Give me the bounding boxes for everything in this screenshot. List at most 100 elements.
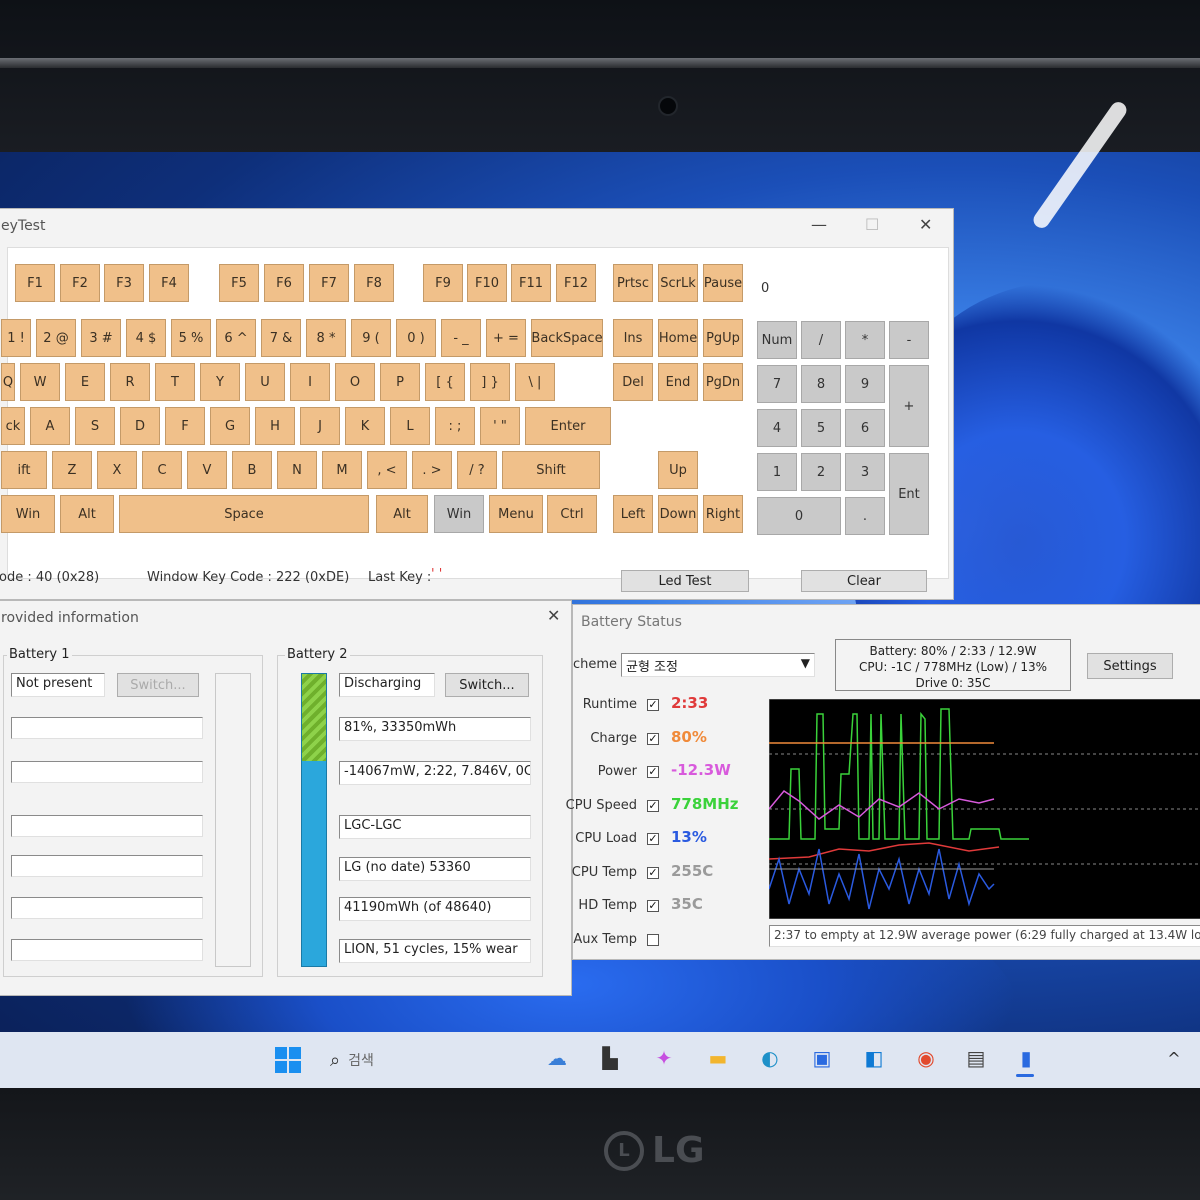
close-button[interactable]: ✕ xyxy=(547,606,560,625)
key-row3-2[interactable]: S xyxy=(75,407,115,445)
key-row4-7[interactable]: M xyxy=(322,451,362,489)
key-row1-10[interactable]: - _ xyxy=(441,319,481,357)
key-numpad-4[interactable]: 7 xyxy=(757,365,797,403)
key-row1-3[interactable]: 4 $ xyxy=(126,319,166,357)
key-pgdn[interactable]: PgDn xyxy=(703,363,743,401)
key-right[interactable]: Right xyxy=(703,495,743,533)
key-numpad-8[interactable]: 4 xyxy=(757,409,797,447)
key-row2-6[interactable]: U xyxy=(245,363,285,401)
scheme-select[interactable]: 균형 조정 ▼ xyxy=(621,653,815,677)
key-row2-0[interactable]: Q xyxy=(1,363,15,401)
notepad-icon[interactable]: ▤ xyxy=(962,1044,990,1072)
key-row3-6[interactable]: H xyxy=(255,407,295,445)
key-row2-10[interactable]: [ { xyxy=(425,363,465,401)
key-row4-11[interactable]: Shift xyxy=(502,451,600,489)
key-row1-8[interactable]: 9 ( xyxy=(351,319,391,357)
key-numpad-7[interactable]: + xyxy=(889,365,929,447)
key-row4-0[interactable]: ift xyxy=(1,451,47,489)
key-bottom-0[interactable]: Win xyxy=(1,495,55,533)
key-row2-7[interactable]: I xyxy=(290,363,330,401)
key-bottom-3[interactable]: Alt xyxy=(376,495,428,533)
key-bottom-4[interactable]: Win xyxy=(434,495,484,533)
outlook-icon[interactable]: ◧ xyxy=(860,1044,888,1072)
key-numpad-3[interactable]: - xyxy=(889,321,929,359)
key-row1-7[interactable]: 8 * xyxy=(306,319,346,357)
key-row4-1[interactable]: Z xyxy=(52,451,92,489)
key-row3-12[interactable]: Enter xyxy=(525,407,611,445)
battery1-switch-button[interactable]: Switch... xyxy=(117,673,199,697)
key-scrlk[interactable]: ScrLk xyxy=(658,264,698,302)
key-row1-1[interactable]: 2 @ xyxy=(36,319,76,357)
battery2-switch-button[interactable]: Switch... xyxy=(445,673,529,697)
key-f8[interactable]: F8 xyxy=(354,264,394,302)
key-bottom-6[interactable]: Ctrl xyxy=(547,495,597,533)
key-row4-3[interactable]: C xyxy=(142,451,182,489)
metric-checkbox[interactable]: ✓ xyxy=(647,833,659,845)
key-row2-11[interactable]: ] } xyxy=(470,363,510,401)
key-prtsc[interactable]: Prtsc xyxy=(613,264,653,302)
key-row1-9[interactable]: 0 ) xyxy=(396,319,436,357)
key-row1-11[interactable]: + = xyxy=(486,319,526,357)
key-numpad-11[interactable]: 1 xyxy=(757,453,797,491)
close-button[interactable]: ✕ xyxy=(919,215,932,234)
key-f6[interactable]: F6 xyxy=(264,264,304,302)
taskview-icon[interactable]: ▙ xyxy=(596,1044,624,1072)
metric-checkbox[interactable]: ✓ xyxy=(647,900,659,912)
key-row3-5[interactable]: G xyxy=(210,407,250,445)
windows-start-icon[interactable] xyxy=(274,1046,302,1074)
key-numpad-1[interactable]: / xyxy=(801,321,841,359)
key-row1-6[interactable]: 7 & xyxy=(261,319,301,357)
battery-app-icon[interactable]: ▮ xyxy=(1012,1044,1040,1072)
key-row3-11[interactable]: ' " xyxy=(480,407,520,445)
edge-icon[interactable]: ◐ xyxy=(756,1044,784,1072)
key-f12[interactable]: F12 xyxy=(556,264,596,302)
key-numpad-12[interactable]: 2 xyxy=(801,453,841,491)
key-row2-3[interactable]: R xyxy=(110,363,150,401)
metric-checkbox[interactable]: ✓ xyxy=(647,766,659,778)
taskbar-search[interactable]: ⌕ 검색 xyxy=(330,1046,420,1074)
key-del[interactable]: Del xyxy=(613,363,653,401)
key-row3-0[interactable]: ck xyxy=(1,407,25,445)
metric-checkbox[interactable]: ✓ xyxy=(647,799,659,812)
key-ins[interactable]: Ins xyxy=(613,319,653,357)
key-numpad-14[interactable]: Ent xyxy=(889,453,929,535)
key-row4-9[interactable]: . > xyxy=(412,451,452,489)
key-row3-7[interactable]: J xyxy=(300,407,340,445)
key-row1-4[interactable]: 5 % xyxy=(171,319,211,357)
key-pause[interactable]: Pause xyxy=(703,264,743,302)
minimize-button[interactable]: — xyxy=(811,215,827,234)
key-bottom-5[interactable]: Menu xyxy=(489,495,543,533)
key-pgup[interactable]: PgUp xyxy=(703,319,743,357)
key-row3-3[interactable]: D xyxy=(120,407,160,445)
metric-checkbox[interactable] xyxy=(647,933,659,946)
metric-checkbox[interactable]: ✓ xyxy=(647,732,659,745)
clear-button[interactable]: Clear xyxy=(801,570,927,592)
key-numpad-5[interactable]: 8 xyxy=(801,365,841,403)
key-row1-2[interactable]: 3 # xyxy=(81,319,121,357)
key-numpad-2[interactable]: * xyxy=(845,321,885,359)
key-numpad-13[interactable]: 3 xyxy=(845,453,885,491)
led-test-button[interactable]: Led Test xyxy=(621,570,749,592)
store-icon[interactable]: ▣ xyxy=(808,1044,836,1072)
key-row1-0[interactable]: 1 ! xyxy=(1,319,31,357)
key-numpad-0[interactable]: Num xyxy=(757,321,797,359)
copilot-icon[interactable]: ✦ xyxy=(650,1044,678,1072)
key-bottom-1[interactable]: Alt xyxy=(60,495,114,533)
key-row3-8[interactable]: K xyxy=(345,407,385,445)
key-row4-2[interactable]: X xyxy=(97,451,137,489)
key-left[interactable]: Left xyxy=(613,495,653,533)
key-numpad-16[interactable]: . xyxy=(845,497,885,535)
key-row1-5[interactable]: 6 ^ xyxy=(216,319,256,357)
key-home[interactable]: Home xyxy=(658,319,698,357)
key-row4-6[interactable]: N xyxy=(277,451,317,489)
key-row4-5[interactable]: B xyxy=(232,451,272,489)
key-down[interactable]: Down xyxy=(658,495,698,533)
key-f7[interactable]: F7 xyxy=(309,264,349,302)
file-explorer-icon[interactable]: ▬ xyxy=(704,1044,732,1072)
key-row4-4[interactable]: V xyxy=(187,451,227,489)
maximize-button[interactable]: ☐ xyxy=(865,215,879,234)
chrome-icon[interactable]: ◉ xyxy=(912,1044,940,1072)
key-f2[interactable]: F2 xyxy=(60,264,100,302)
settings-button[interactable]: Settings xyxy=(1087,653,1173,679)
key-numpad-10[interactable]: 6 xyxy=(845,409,885,447)
